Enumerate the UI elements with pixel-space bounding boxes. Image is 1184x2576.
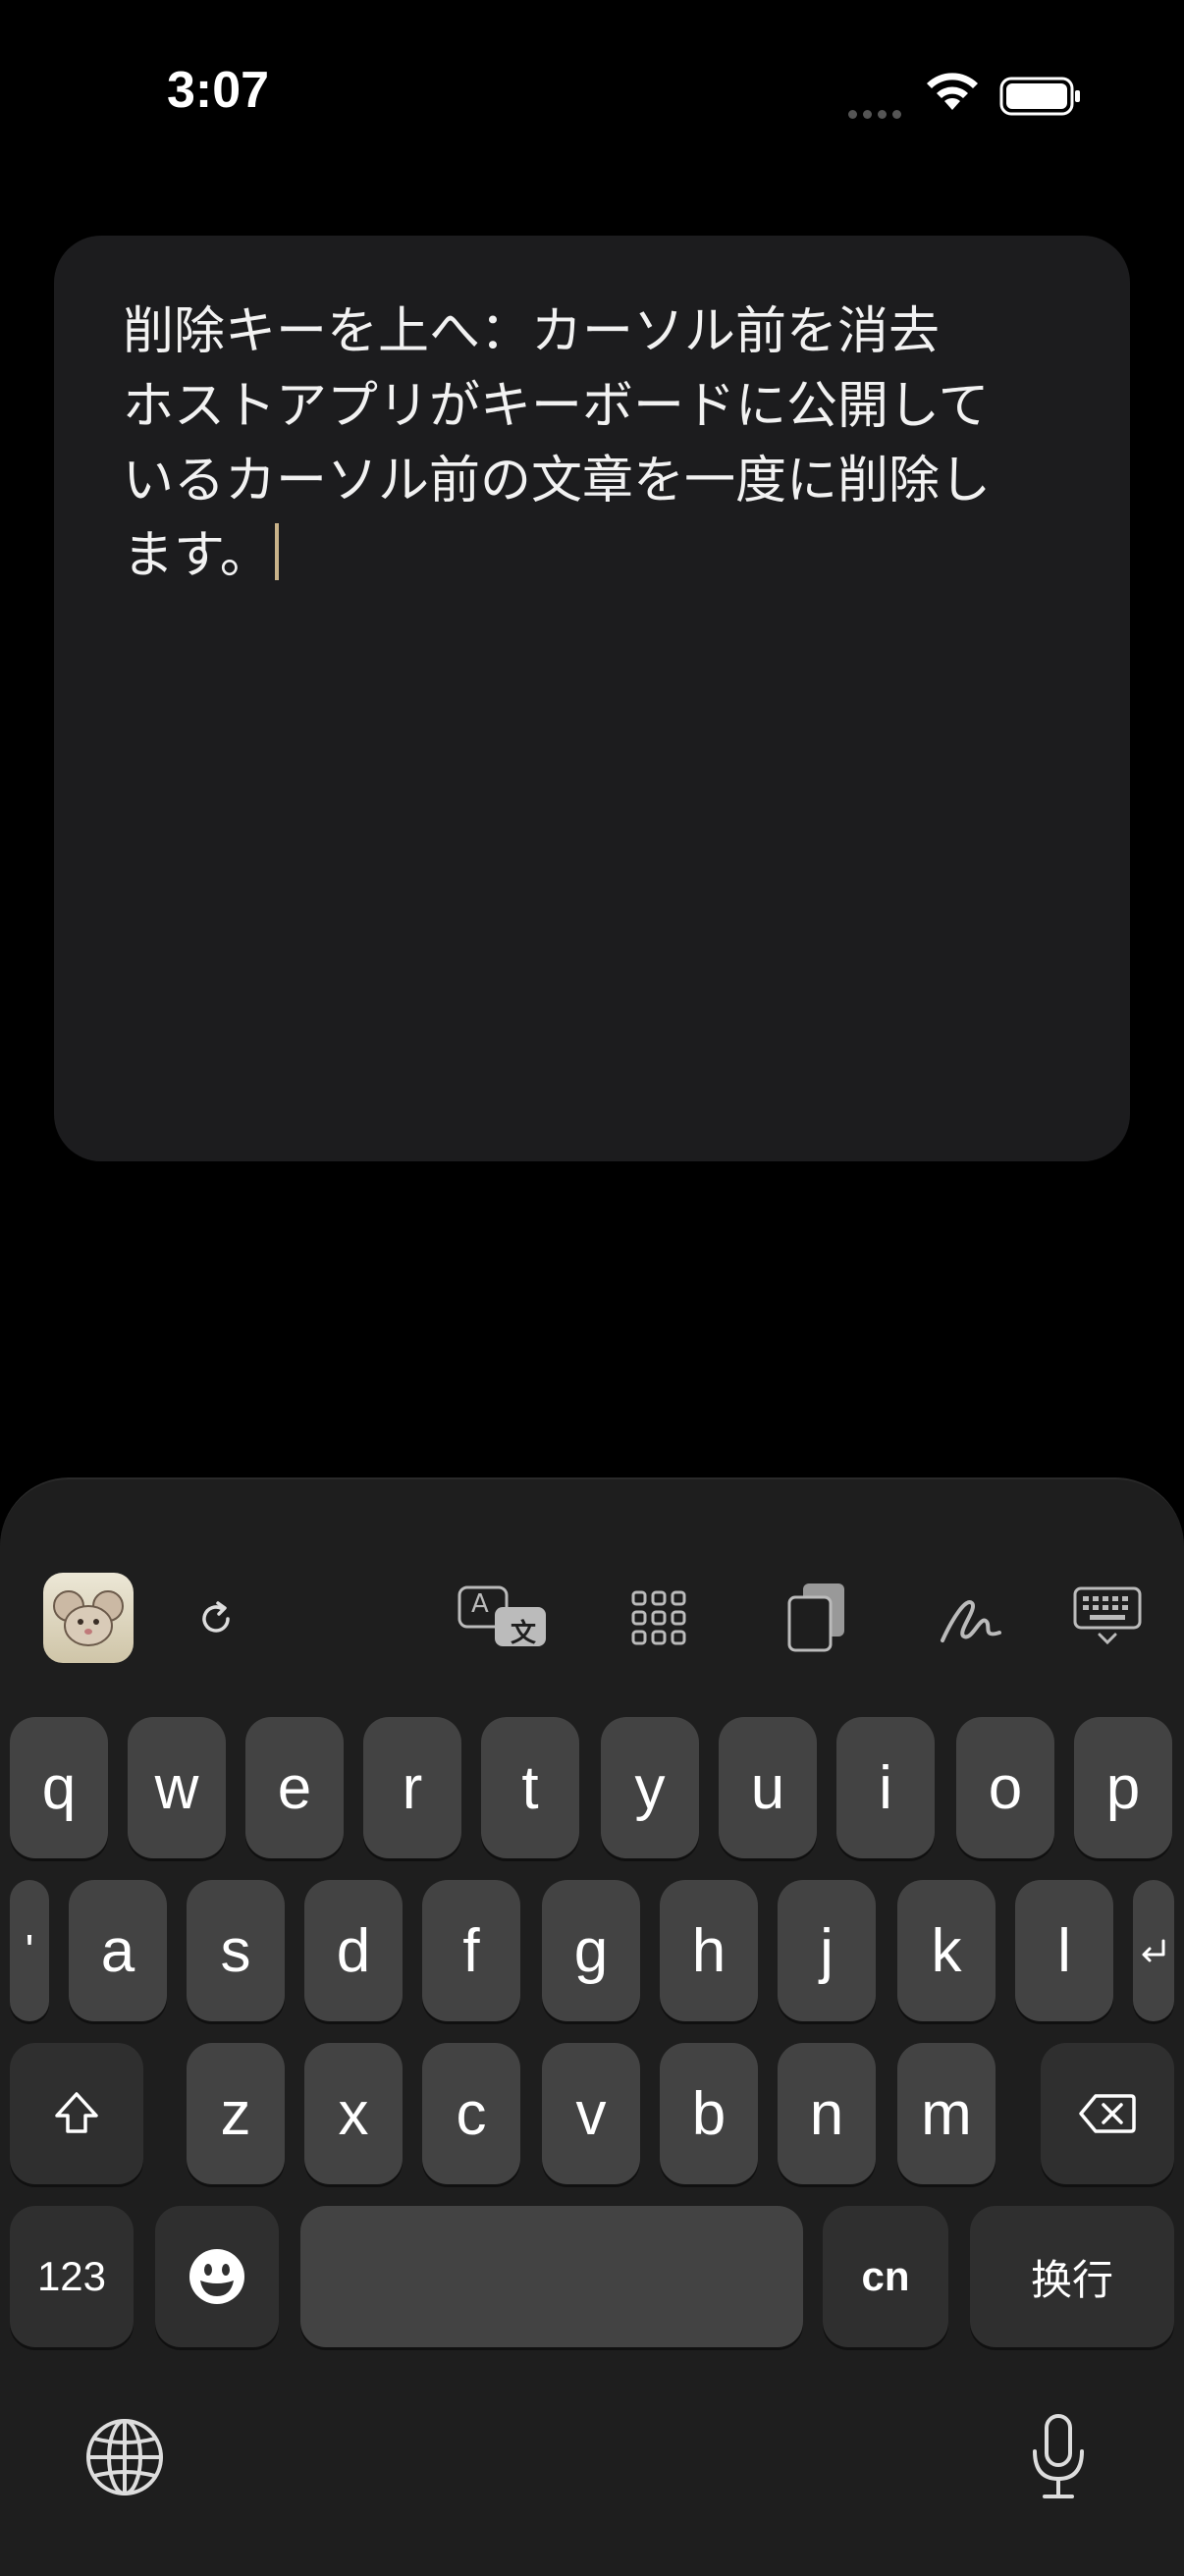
keyboard-dismiss-icon[interactable]: [1072, 1585, 1143, 1648]
editor-line: ホストアプリがキーボードに公開して: [123, 377, 990, 436]
shift-key[interactable]: [10, 2043, 143, 2184]
wifi-icon: [927, 73, 978, 110]
cellular-signal-icon: [848, 104, 907, 119]
emoji-icon: [189, 2249, 244, 2304]
editor-line: ます。: [123, 526, 271, 585]
return-key[interactable]: 换行: [970, 2206, 1174, 2347]
key-x[interactable]: x: [304, 2043, 403, 2184]
numbers-key[interactable]: 123: [10, 2206, 134, 2347]
space-key[interactable]: [300, 2206, 803, 2347]
key-c[interactable]: c: [422, 2043, 520, 2184]
microphone-icon[interactable]: [1027, 2412, 1090, 2502]
emoji-key[interactable]: [155, 2206, 279, 2347]
editor-line: いるカーソル前の文章を一度に削除し: [123, 452, 992, 510]
keyboard: A 文 q w e r t y u i o p ' a s d f g h j …: [0, 1477, 1184, 2576]
key-t[interactable]: t: [481, 1717, 579, 1858]
key-q[interactable]: q: [10, 1717, 108, 1858]
editor-line: 削除キーを上へ：カーソル前を消去: [123, 302, 941, 361]
key-r[interactable]: r: [363, 1717, 461, 1858]
key-g[interactable]: g: [542, 1880, 640, 2021]
text-caret: [274, 523, 279, 580]
key-w[interactable]: w: [128, 1717, 226, 1858]
key-m[interactable]: m: [897, 2043, 996, 2184]
language-key[interactable]: cn: [823, 2206, 948, 2347]
key-k[interactable]: k: [897, 1880, 996, 2021]
key-z[interactable]: z: [187, 2043, 285, 2184]
return-arrow-icon: [1142, 1939, 1165, 1962]
translate-b-label: 文: [511, 1619, 537, 1648]
key-i[interactable]: i: [836, 1717, 935, 1858]
key-return-partial[interactable]: [1133, 1880, 1174, 2021]
key-j[interactable]: j: [778, 1880, 876, 2021]
translate-a-label: A: [471, 1589, 489, 1619]
key-o[interactable]: o: [956, 1717, 1054, 1858]
key-n[interactable]: n: [778, 2043, 876, 2184]
handwriting-icon[interactable]: [939, 1589, 1003, 1646]
key-d[interactable]: d: [304, 1880, 403, 2021]
globe-icon[interactable]: [84, 2417, 165, 2497]
text-editor[interactable]: 削除キーを上へ：カーソル前を消去 ホストアプリがキーボードに公開して いるカーソ…: [54, 236, 1130, 1161]
translate-icon[interactable]: A 文: [457, 1585, 548, 1654]
key-u[interactable]: u: [719, 1717, 817, 1858]
editor-text: 削除キーを上へ：カーソル前を消去 ホストアプリがキーボードに公開して いるカーソ…: [123, 295, 1065, 593]
grid-icon[interactable]: [630, 1589, 687, 1646]
status-time: 3:07: [167, 62, 270, 119]
app-logo-icon[interactable]: [43, 1573, 134, 1663]
key-apostrophe[interactable]: ': [10, 1880, 49, 2021]
key-e[interactable]: e: [245, 1717, 344, 1858]
key-s[interactable]: s: [187, 1880, 285, 2021]
shift-icon: [55, 2092, 98, 2133]
clipboard-icon[interactable]: [785, 1582, 848, 1652]
key-v[interactable]: v: [542, 2043, 640, 2184]
delete-key[interactable]: [1041, 2043, 1174, 2184]
key-y[interactable]: y: [601, 1717, 699, 1858]
battery-icon: [999, 77, 1080, 116]
key-f[interactable]: f: [422, 1880, 520, 2021]
key-l[interactable]: l: [1015, 1880, 1113, 2021]
key-p[interactable]: p: [1074, 1717, 1172, 1858]
key-h[interactable]: h: [660, 1880, 758, 2021]
refresh-icon[interactable]: [194, 1597, 238, 1640]
backspace-icon: [1079, 2094, 1136, 2133]
key-b[interactable]: b: [660, 2043, 758, 2184]
key-a[interactable]: a: [69, 1880, 167, 2021]
